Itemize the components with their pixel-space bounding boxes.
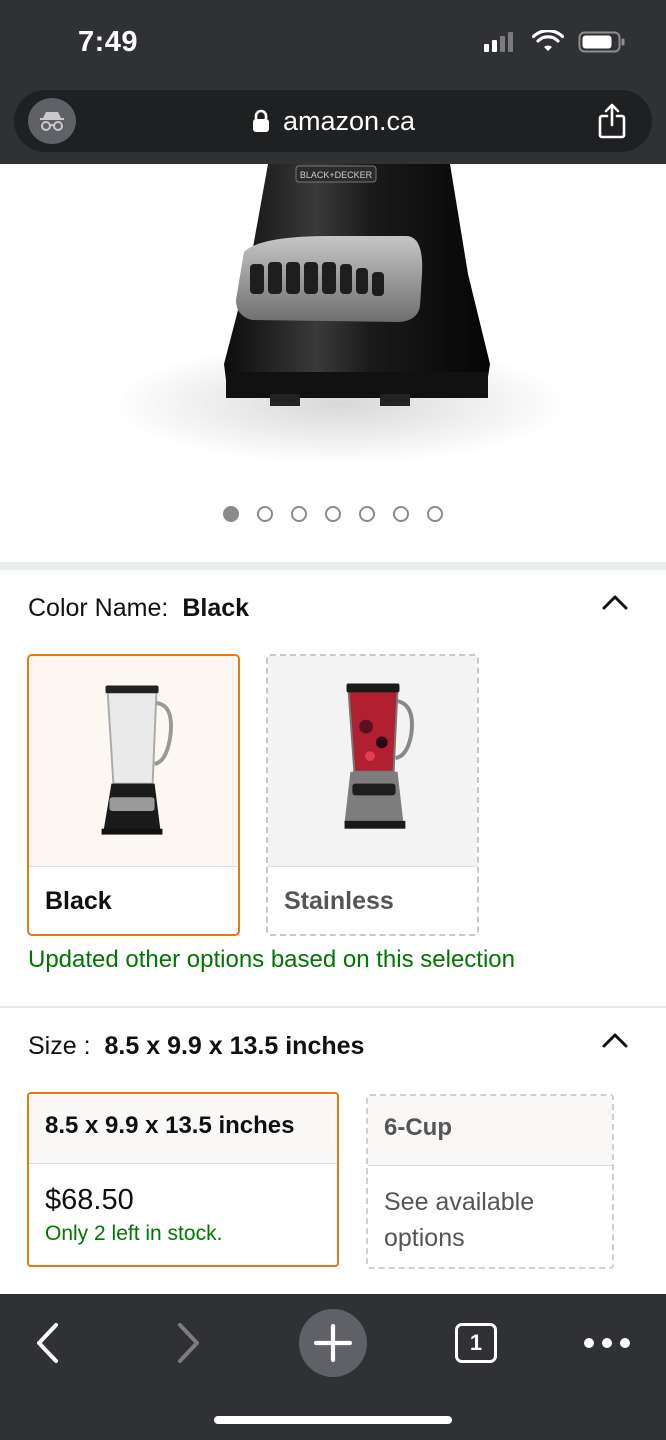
carousel-dot[interactable] bbox=[427, 506, 443, 522]
product-image-carousel[interactable]: BLACK+DECKER bbox=[0, 164, 666, 560]
swatch-divider bbox=[268, 866, 477, 867]
color-swatch-black[interactable]: Black bbox=[27, 654, 240, 936]
carousel-dot[interactable] bbox=[325, 506, 341, 522]
chevron-right-icon bbox=[178, 1323, 199, 1363]
new-tab-button[interactable] bbox=[298, 1308, 368, 1378]
lock-icon bbox=[252, 109, 269, 132]
size-option-stock: Only 2 left in stock. bbox=[45, 1222, 223, 1245]
url-display[interactable]: amazon.ca bbox=[14, 90, 652, 152]
home-indicator[interactable] bbox=[214, 1416, 452, 1424]
url-text: amazon.ca bbox=[282, 105, 416, 136]
color-swatch-stainless[interactable]: Stainless bbox=[266, 654, 479, 936]
section-divider bbox=[0, 1006, 666, 1008]
color-name-row[interactable]: Color Name: Black bbox=[28, 594, 249, 623]
more-dots-icon bbox=[584, 1338, 630, 1348]
size-option-label: 8.5 x 9.9 x 13.5 inches bbox=[29, 1094, 337, 1164]
battery-icon bbox=[578, 31, 625, 53]
share-button[interactable] bbox=[592, 100, 632, 142]
section-divider bbox=[0, 562, 666, 570]
plus-icon bbox=[313, 1323, 353, 1363]
carousel-dot[interactable] bbox=[291, 506, 307, 522]
color-name-value: Black bbox=[182, 594, 250, 622]
carousel-dot[interactable] bbox=[223, 506, 239, 522]
back-button[interactable] bbox=[12, 1308, 82, 1378]
updated-options-message: Updated other options based on this sele… bbox=[28, 946, 515, 973]
size-option-label: 6-Cup bbox=[368, 1096, 612, 1166]
more-menu-button[interactable] bbox=[572, 1308, 642, 1378]
tab-switcher-button[interactable]: 1 bbox=[441, 1308, 511, 1378]
svg-text:BLACK+DECKER: BLACK+DECKER bbox=[300, 170, 373, 180]
size-label: Size : bbox=[28, 1032, 91, 1060]
status-time: 7:49 bbox=[78, 26, 139, 58]
chevron-left-icon bbox=[37, 1323, 58, 1363]
carousel-dot[interactable] bbox=[257, 506, 273, 522]
swatch-image-stainless-blender bbox=[268, 656, 477, 866]
chevron-up-icon[interactable] bbox=[602, 594, 628, 610]
color-name-label: Color Name: bbox=[28, 594, 169, 622]
carousel-dot[interactable] bbox=[359, 506, 375, 522]
product-image-blender-base: BLACK+DECKER bbox=[110, 164, 570, 464]
size-option-8-5x9-9x13-5[interactable]: 8.5 x 9.9 x 13.5 inches $68.50 Only 2 le… bbox=[27, 1092, 339, 1267]
swatch-label: Black bbox=[45, 887, 112, 915]
swatch-image-black-blender bbox=[29, 656, 238, 866]
size-row[interactable]: Size : 8.5 x 9.9 x 13.5 inches bbox=[28, 1032, 364, 1061]
cellular-signal-icon bbox=[484, 32, 513, 52]
carousel-page-dots bbox=[0, 506, 666, 522]
status-icons bbox=[482, 30, 626, 54]
plus-icon-circle bbox=[299, 1309, 367, 1377]
carousel-dot[interactable] bbox=[393, 506, 409, 522]
size-option-6-cup[interactable]: 6-Cup See available options bbox=[366, 1094, 614, 1269]
size-option-note: See available options bbox=[384, 1188, 535, 1252]
share-icon bbox=[598, 103, 626, 139]
swatch-label: Stainless bbox=[284, 887, 394, 915]
forward-button[interactable] bbox=[154, 1308, 224, 1378]
swatch-divider bbox=[29, 866, 238, 867]
chevron-up-icon[interactable] bbox=[602, 1032, 628, 1048]
address-bar[interactable]: amazon.ca bbox=[14, 90, 652, 152]
wifi-icon bbox=[532, 30, 564, 51]
size-value: 8.5 x 9.9 x 13.5 inches bbox=[104, 1032, 365, 1060]
browser-top-chrome: 7:49 amazon.ca bbox=[0, 0, 666, 164]
size-option-price: $68.50 bbox=[45, 1184, 134, 1216]
tab-count: 1 bbox=[455, 1323, 497, 1363]
